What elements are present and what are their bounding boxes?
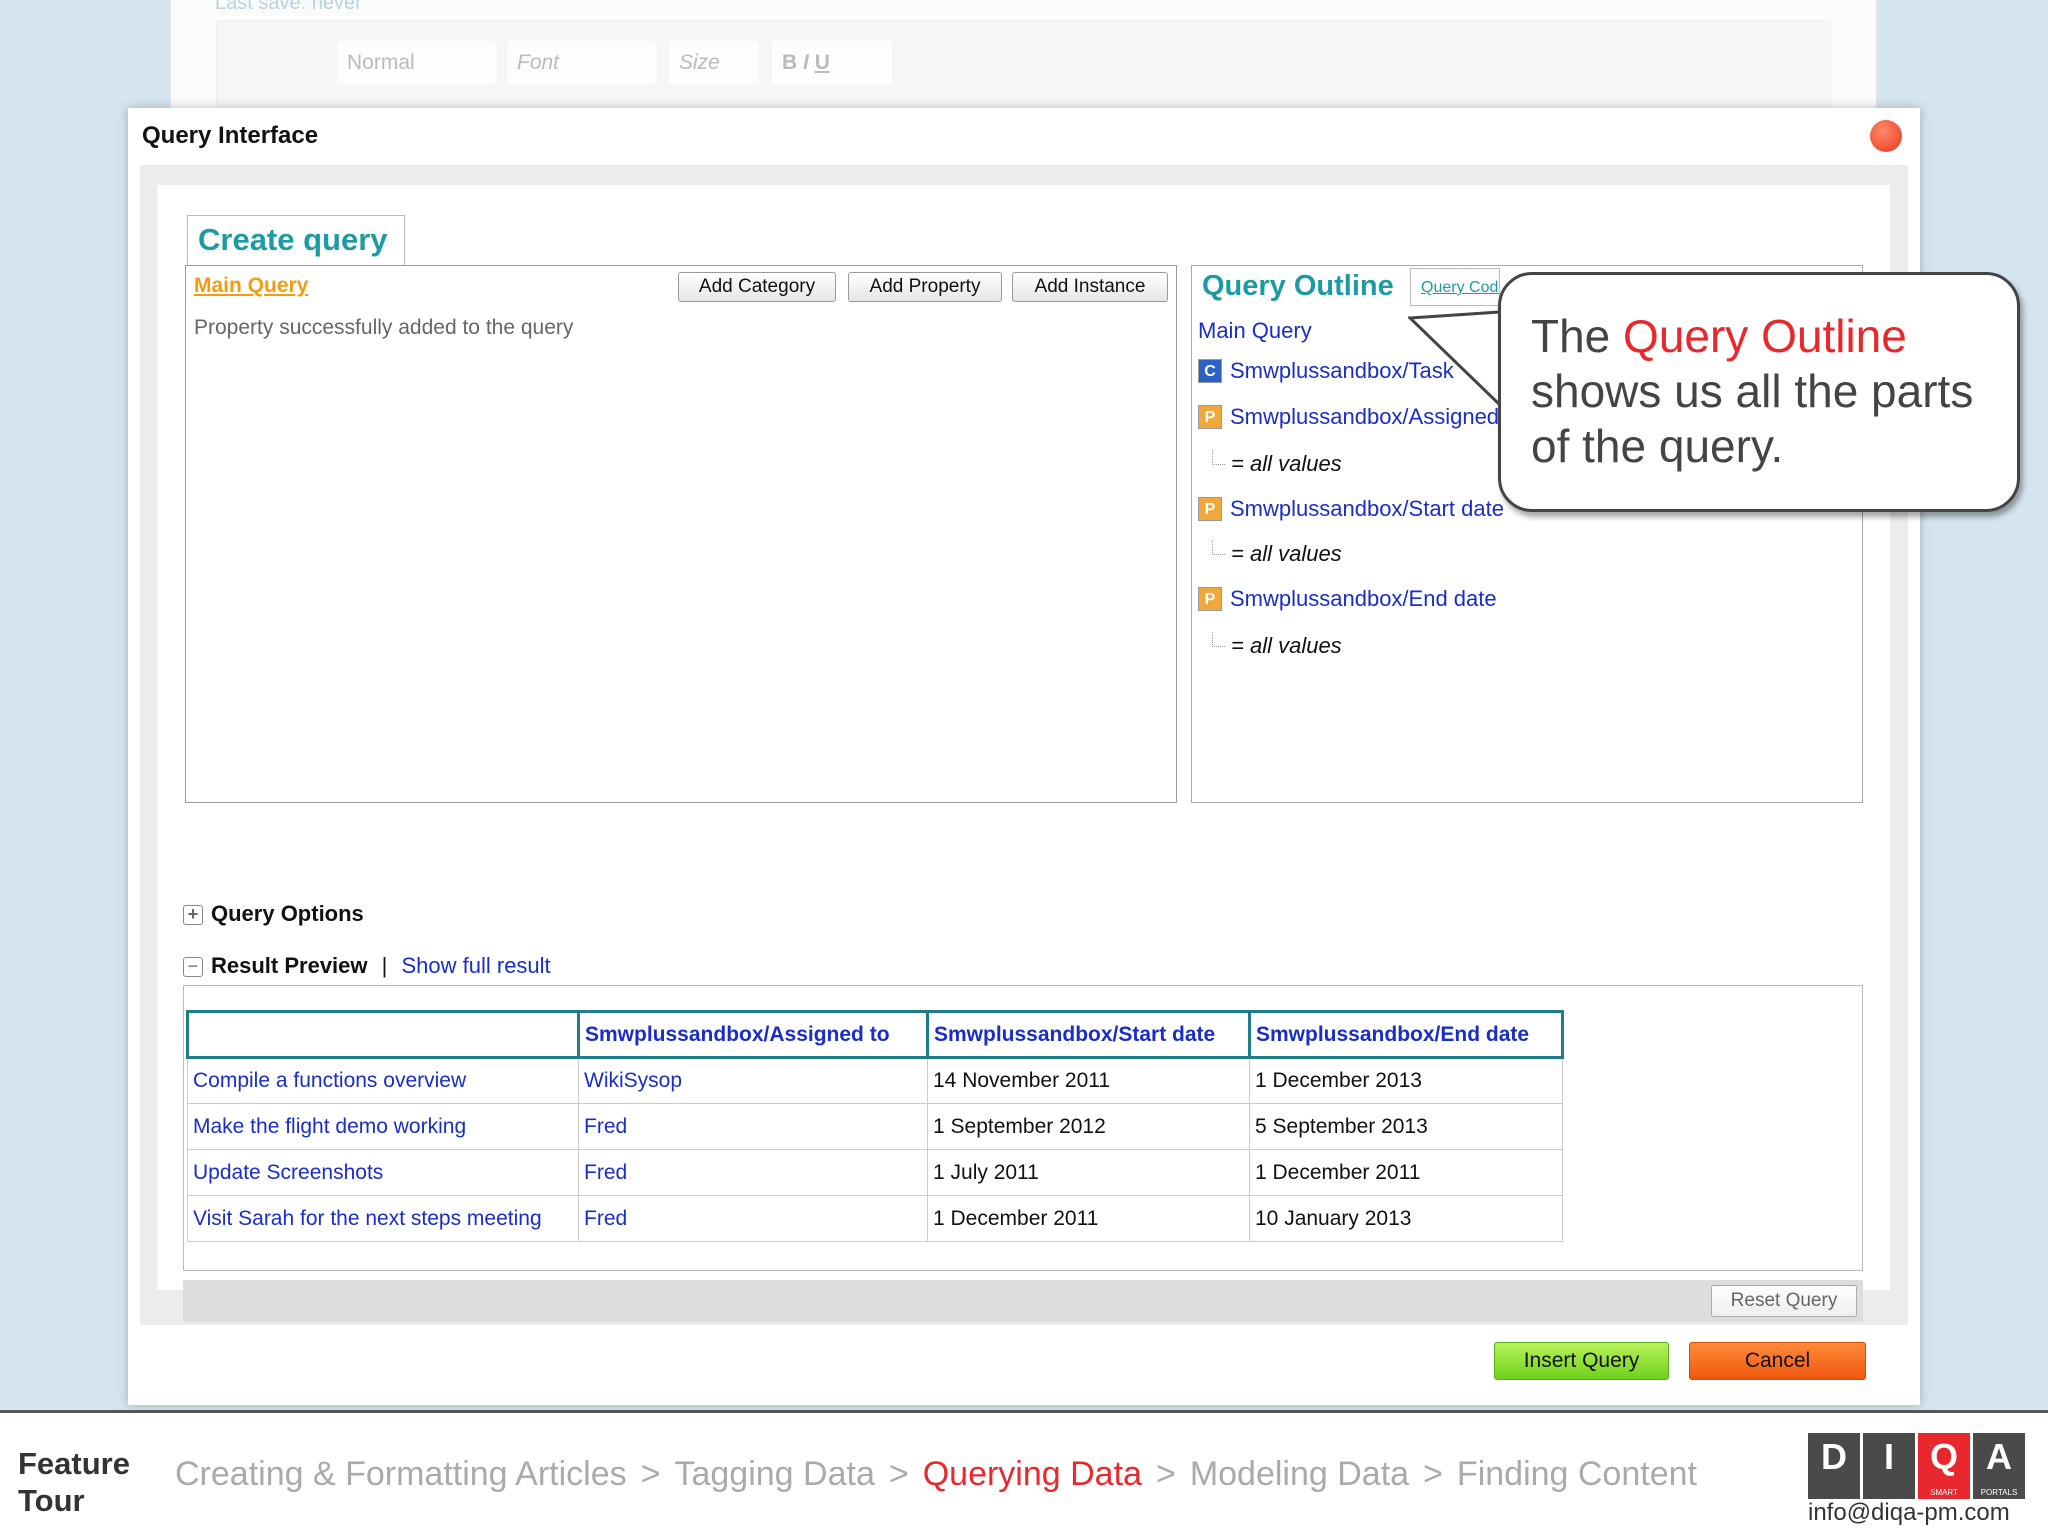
editor-background: Last save: never Normal Font Size B I U: [170, 0, 1877, 120]
outline-value: = all values: [1212, 450, 1342, 477]
logo-letter: Q SMART: [1918, 1433, 1970, 1499]
editor-toolbar: Normal Font Size B I U: [216, 20, 1831, 115]
assignee-link[interactable]: WikiSysop: [578, 1057, 928, 1104]
end-date: 5 September 2013: [1249, 1103, 1563, 1150]
query-builder-box: Main Query Add Category Add Property Add…: [185, 265, 1177, 803]
feature-tour-title: Feature Tour: [18, 1446, 130, 1518]
task-link[interactable]: Update Screenshots: [187, 1149, 579, 1196]
diqa-logo: D I Q SMART A PORTALS: [1808, 1433, 2025, 1499]
property-icon: P: [1198, 497, 1222, 521]
task-link[interactable]: Compile a functions overview: [187, 1057, 579, 1104]
tab-query-outline[interactable]: Query Outline: [1202, 270, 1394, 303]
column-header[interactable]: Smwplussandbox/Start date: [926, 1010, 1251, 1059]
outline-item[interactable]: P Smwplussandbox/Start date: [1198, 496, 1504, 522]
end-date: 1 December 2013: [1249, 1057, 1563, 1104]
insert-query-button[interactable]: Insert Query: [1494, 1342, 1669, 1380]
feature-tour-footer: Feature Tour Creating & Formatting Artic…: [0, 1410, 2048, 1536]
callout-text: The: [1531, 310, 1624, 362]
assignee-link[interactable]: Fred: [578, 1195, 928, 1242]
logo-letter: I: [1863, 1433, 1915, 1499]
add-category-button[interactable]: Add Category: [678, 272, 836, 302]
table-row: Visit Sarah for the next steps meeting Fr…: [187, 1195, 1563, 1242]
table-row: Compile a functions overview WikiSysop 14 …: [187, 1057, 1563, 1104]
start-date: 1 September 2012: [927, 1103, 1250, 1150]
query-options-label: Query Options: [211, 901, 364, 926]
start-date: 1 July 2011: [927, 1149, 1250, 1196]
start-date: 1 December 2011: [927, 1195, 1250, 1242]
separator: |: [381, 953, 388, 978]
crumb-tagging-data[interactable]: Tagging Data: [674, 1455, 874, 1493]
size-select[interactable]: Size: [669, 41, 759, 85]
add-instance-button[interactable]: Add Instance: [1012, 272, 1168, 302]
contact-email: info@diqa-pm.com: [1808, 1499, 2010, 1526]
reset-query-button[interactable]: Reset Query: [1711, 1285, 1857, 1317]
crumb-finding-content[interactable]: Finding Content: [1457, 1455, 1697, 1493]
column-header[interactable]: Smwplussandbox/End date: [1248, 1010, 1564, 1059]
end-date: 1 December 2011: [1249, 1149, 1563, 1196]
crumb-creating-articles[interactable]: Creating & Formatting Articles: [175, 1455, 627, 1493]
callout-bubble: The Query Outline shows us all the parts…: [1498, 272, 2020, 512]
callout-highlight: Query Outline: [1623, 310, 1907, 362]
outline-item-label: Smwplussandbox/Start date: [1230, 496, 1504, 521]
logo-letter: D: [1808, 1433, 1860, 1499]
callout-text: shows us all the parts of the query.: [1531, 365, 1974, 472]
main-query-link[interactable]: Main Query: [194, 274, 308, 298]
crumb-separator: >: [1423, 1455, 1443, 1493]
start-date: 14 November 2011: [927, 1057, 1250, 1104]
table-header-row: Smwplussandbox/Assigned to Smwplussandbo…: [186, 1010, 1564, 1059]
callout-pointer: [1408, 310, 1508, 410]
table-row: Make the flight demo working Fred 1 Septem…: [187, 1103, 1563, 1150]
outline-item-label: Smwplussandbox/End date: [1230, 586, 1497, 611]
status-message: Property successfully added to the query: [194, 316, 574, 339]
font-select[interactable]: Font: [507, 41, 657, 85]
outline-main-query[interactable]: Main Query: [1198, 318, 1312, 344]
show-full-result-link[interactable]: Show full result: [401, 953, 550, 978]
result-table: Smwplussandbox/Assigned to Smwplussandbo…: [186, 1010, 1564, 1242]
task-link[interactable]: Visit Sarah for the next steps meeting: [187, 1195, 579, 1242]
crumb-separator: >: [640, 1455, 661, 1493]
task-link[interactable]: Make the flight demo working: [187, 1103, 579, 1150]
tab-query-code[interactable]: Query Code: [1410, 268, 1500, 306]
property-icon: P: [1198, 587, 1222, 611]
assignee-link[interactable]: Fred: [578, 1103, 928, 1150]
assignee-link[interactable]: Fred: [578, 1149, 928, 1196]
result-footer-bar: Reset Query: [183, 1280, 1863, 1322]
cancel-button[interactable]: Cancel: [1689, 1342, 1866, 1380]
end-date: 10 January 2013: [1249, 1195, 1563, 1242]
logo-letter: A PORTALS: [1973, 1433, 2025, 1499]
close-icon[interactable]: [1870, 120, 1902, 152]
outline-value: = all values: [1212, 540, 1342, 567]
last-save-text: Last save: never: [215, 0, 362, 14]
property-icon: P: [1198, 405, 1222, 429]
result-preview-box: Smwplussandbox/Assigned to Smwplussandbo…: [183, 985, 1863, 1271]
outline-value: = all values: [1212, 632, 1342, 659]
add-property-button[interactable]: Add Property: [848, 272, 1002, 302]
bold-italic-underline-buttons[interactable]: B I U: [772, 41, 892, 85]
crumb-separator: >: [888, 1455, 909, 1493]
dialog-title: Query Interface: [142, 122, 319, 149]
column-header[interactable]: [186, 1010, 580, 1059]
collapse-icon[interactable]: −: [183, 957, 203, 977]
outline-item[interactable]: P Smwplussandbox/End date: [1198, 586, 1497, 612]
tab-create-query[interactable]: Create query: [187, 215, 405, 265]
column-header[interactable]: Smwplussandbox/Assigned to: [577, 1010, 929, 1059]
category-icon: C: [1198, 359, 1222, 383]
query-options-toggle[interactable]: + Query Options: [183, 901, 364, 927]
crumb-modeling-data[interactable]: Modeling Data: [1190, 1455, 1409, 1493]
crumb-separator: >: [1155, 1455, 1176, 1493]
table-row: Update Screenshots Fred 1 July 2011 1 Decem…: [187, 1149, 1563, 1196]
breadcrumb: Creating & Formatting Articles > Tagging D…: [175, 1455, 1697, 1494]
format-select[interactable]: Normal: [337, 41, 497, 85]
result-preview-label: Result Preview: [211, 953, 368, 978]
expand-icon: +: [183, 905, 203, 925]
crumb-querying-data[interactable]: Querying Data: [923, 1455, 1142, 1493]
result-preview-header: − Result Preview | Show full result: [183, 953, 551, 979]
